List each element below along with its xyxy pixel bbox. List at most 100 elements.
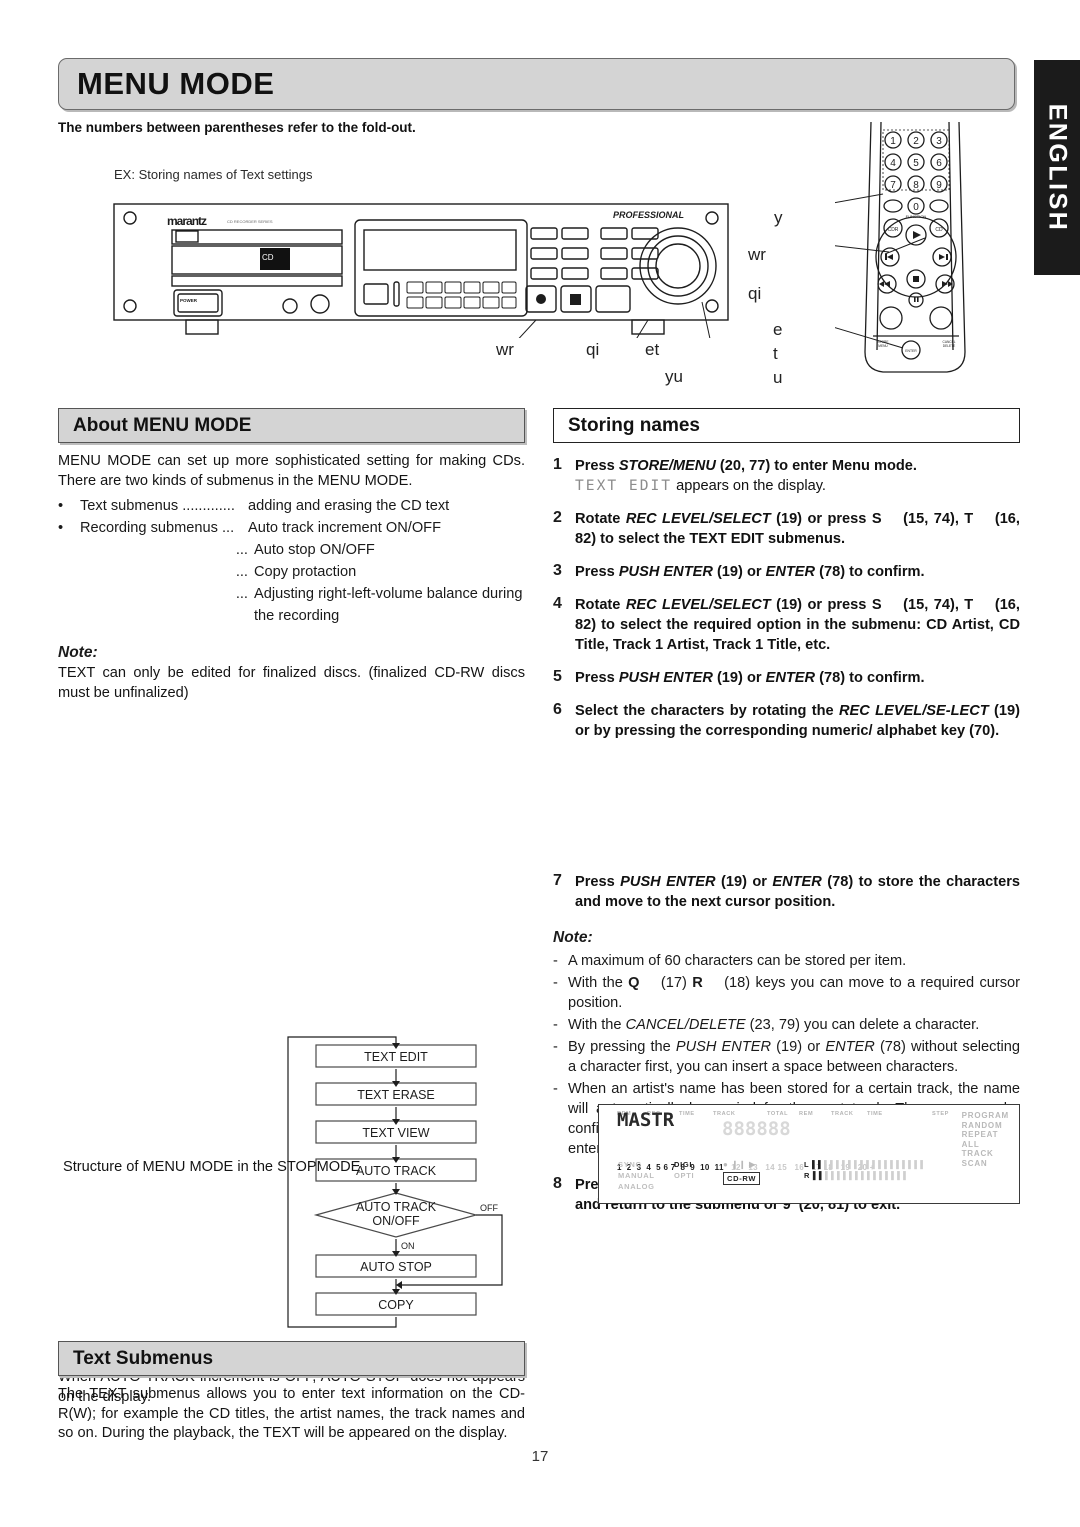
lcd-label-time2: TIME: [867, 1111, 883, 1117]
svg-text:4: 4: [890, 158, 896, 169]
svg-text:2: 2: [913, 136, 919, 147]
list-item: ... Auto stop ON/OFF: [58, 539, 525, 561]
callout-t-remote: t: [773, 344, 778, 363]
step-3: 3 Press PUSH ENTER (19) or ENTER (78) to…: [553, 562, 1020, 582]
note-text: A maximum of 60 characters can be stored…: [568, 953, 907, 969]
svg-text:6: 6: [936, 158, 942, 169]
flow-decision-line2: ON/OFF: [372, 1214, 420, 1228]
lcd-indicator-analog: ANALOG: [618, 1182, 655, 1191]
svg-text:CD RECORDER SERIES: CD RECORDER SERIES: [227, 219, 273, 224]
flowchart-region: Structure of MENU MODE in the STOPMODE T…: [58, 703, 525, 1405]
note-text: By pressing the PUSH ENTER (19) or ENTER…: [568, 1039, 1020, 1075]
about-menu-mode-heading: About MENU MODE: [58, 408, 525, 443]
flow-box-text-0: TEXT EDIT: [364, 1050, 428, 1064]
list-item: • Recording submenus ... Auto track incr…: [58, 517, 525, 539]
svg-text:CD: CD: [935, 227, 943, 233]
svg-text:MENU: MENU: [878, 344, 888, 348]
page-subtitle: The numbers between parentheses refer to…: [58, 120, 416, 135]
svg-text:1: 1: [890, 136, 896, 147]
right-column: Storing names 1 Press STORE/MENU (20, 77…: [553, 408, 1020, 1215]
bullet-value: Copy protaction: [254, 564, 357, 580]
lcd-indicator-track: TRACK: [961, 1149, 994, 1159]
about-heading-text: About MENU MODE: [73, 414, 252, 436]
step-5: 5 Press PUSH ENTER (19) or ENTER (78) to…: [553, 668, 1020, 688]
svg-text:CD: CD: [262, 253, 274, 262]
storing-names-heading-text: Storing names: [568, 414, 700, 436]
flow-box-text-4: AUTO STOP: [360, 1260, 432, 1274]
lcd-indicator-optical: OPTI: [674, 1171, 695, 1180]
example-label: EX: Storing names of Text settings: [114, 167, 313, 182]
remote-control-illustration: 1 2 3 4 5 6 7 8 9 0 FUNCTION CDR CD ENTE…: [835, 122, 995, 387]
step-body: Press PUSH ENTER (19) or ENTER (78) to c…: [575, 564, 925, 580]
flow-box-text-3: AUTO TRACK: [356, 1164, 437, 1178]
svg-text:DELETE: DELETE: [943, 344, 955, 348]
note-text: With the Q (17) R (18) keys you can move…: [568, 975, 1020, 1011]
left-column: About MENU MODE MENU MODE can set up mor…: [58, 408, 525, 1444]
svg-text:marantz: marantz: [167, 214, 207, 228]
callout-y-remote: y: [774, 208, 783, 227]
step-4: 4 Rotate REC LEVEL/SELECT (19) or press …: [553, 595, 1020, 655]
svg-text:8: 8: [913, 180, 919, 191]
flow-label-on: ON: [401, 1241, 415, 1251]
display-text-readout: TEXT EDIT: [575, 477, 673, 494]
bullet-value: Auto track increment ON/OFF: [248, 520, 442, 536]
step-body: Press PUSH ENTER (19) or ENTER (78) to s…: [575, 874, 1020, 910]
flow-box-text-1: TEXT ERASE: [357, 1088, 435, 1102]
lcd-mode-indicators: PROGRAM RANDOM REPEAT ALL TRACK SCAN: [962, 1111, 1009, 1169]
flow-label-off: OFF: [480, 1203, 498, 1213]
step-body: Press STORE/MENU (20, 77) to enter Menu …: [575, 456, 1020, 496]
lcd-meter-right-label: R: [804, 1171, 811, 1180]
list-item: ... Adjusting right-left-volume balance …: [58, 583, 525, 627]
lcd-indicator-manual: MANUAL: [618, 1171, 655, 1180]
svg-text:ENTER: ENTER: [905, 349, 917, 353]
svg-text:POWER: POWER: [180, 298, 198, 303]
step-number: 4: [553, 595, 562, 612]
device-front-panel-illustration: marantz CD RECORDER SERIES PROFESSIONAL …: [112, 198, 730, 338]
bullet-key: Recording submenus ...: [80, 520, 235, 536]
flow-decision-line1: AUTO TRACK: [356, 1200, 437, 1214]
svg-text:0: 0: [913, 202, 919, 213]
svg-text:5: 5: [913, 158, 919, 169]
bullet-key: ...: [235, 586, 248, 602]
lcd-indicator-random: RANDOM: [961, 1120, 1003, 1130]
lcd-display-illustration: REM REC TIME TRACK TOTAL REM TRACK TIME …: [598, 1104, 1020, 1204]
svg-text:3: 3: [936, 136, 942, 147]
step-number: 1: [553, 456, 562, 473]
step-text: Press STORE/MENU (20, 77) to enter Menu …: [575, 458, 917, 474]
svg-text:FUNCTION: FUNCTION: [906, 214, 927, 219]
step-body: Rotate REC LEVEL/SELECT (19) or press S …: [575, 597, 1020, 653]
lcd-indicator-all: ALL: [961, 1139, 980, 1149]
step-number: 7: [553, 872, 562, 889]
page-title: MENU MODE: [77, 66, 275, 101]
lcd-indicator-sync: SYNC: [618, 1160, 642, 1169]
flow-box-text-2: TEXT VIEW: [362, 1126, 429, 1140]
callout-u-remote: u: [773, 368, 783, 387]
bullet-spacer: [58, 583, 80, 627]
svg-text:CDR: CDR: [888, 227, 899, 233]
svg-text:7: 7: [890, 180, 896, 191]
lcd-meter-left-label: L: [804, 1160, 810, 1169]
step-body: Rotate REC LEVEL/SELECT (19) or press S …: [575, 511, 1020, 547]
callout-qi-bottom: qi: [586, 340, 600, 359]
page-title-bar: MENU MODE: [58, 58, 1015, 110]
about-intro-text: MENU MODE can set up more sophisticated …: [58, 453, 525, 489]
lcd-indicator-repeat: REPEAT: [961, 1130, 999, 1140]
storing-names-heading: Storing names: [553, 408, 1020, 443]
list-item: - By pressing the PUSH ENTER (19) or ENT…: [553, 1037, 1020, 1077]
lcd-lower-section: SYNC MANUAL ANALOG DIGI OPTI ● ❙❙ ▶ CD-R…: [618, 1160, 927, 1191]
lcd-main-text: MASTR: [617, 1109, 675, 1131]
callout-wr-remote: wr: [748, 245, 766, 264]
step-body: Select the characters by rotating the RE…: [575, 703, 1020, 739]
about-note-text: TEXT can only be edited for finalized di…: [58, 665, 525, 701]
lcd-indicator-digital: DIGI: [674, 1160, 693, 1169]
bullet-value: Auto stop ON/OFF: [254, 542, 375, 558]
lcd-indicator-scan: SCAN: [961, 1158, 988, 1168]
lcd-disc-badge: CD-RW: [723, 1172, 761, 1185]
lcd-region: REM REC TIME TRACK TOTAL REM TRACK TIME …: [553, 741, 1020, 1204]
callout-qi-remote: qi: [748, 284, 762, 303]
step-subtext: appears on the display.: [676, 478, 826, 494]
dash-marker: -: [553, 953, 558, 969]
lcd-label-step: STEP: [931, 1111, 949, 1117]
list-item: - With the Q (17) R (18) keys you can mo…: [553, 973, 1020, 1013]
bullet-key: Text submenus .............: [80, 498, 235, 514]
